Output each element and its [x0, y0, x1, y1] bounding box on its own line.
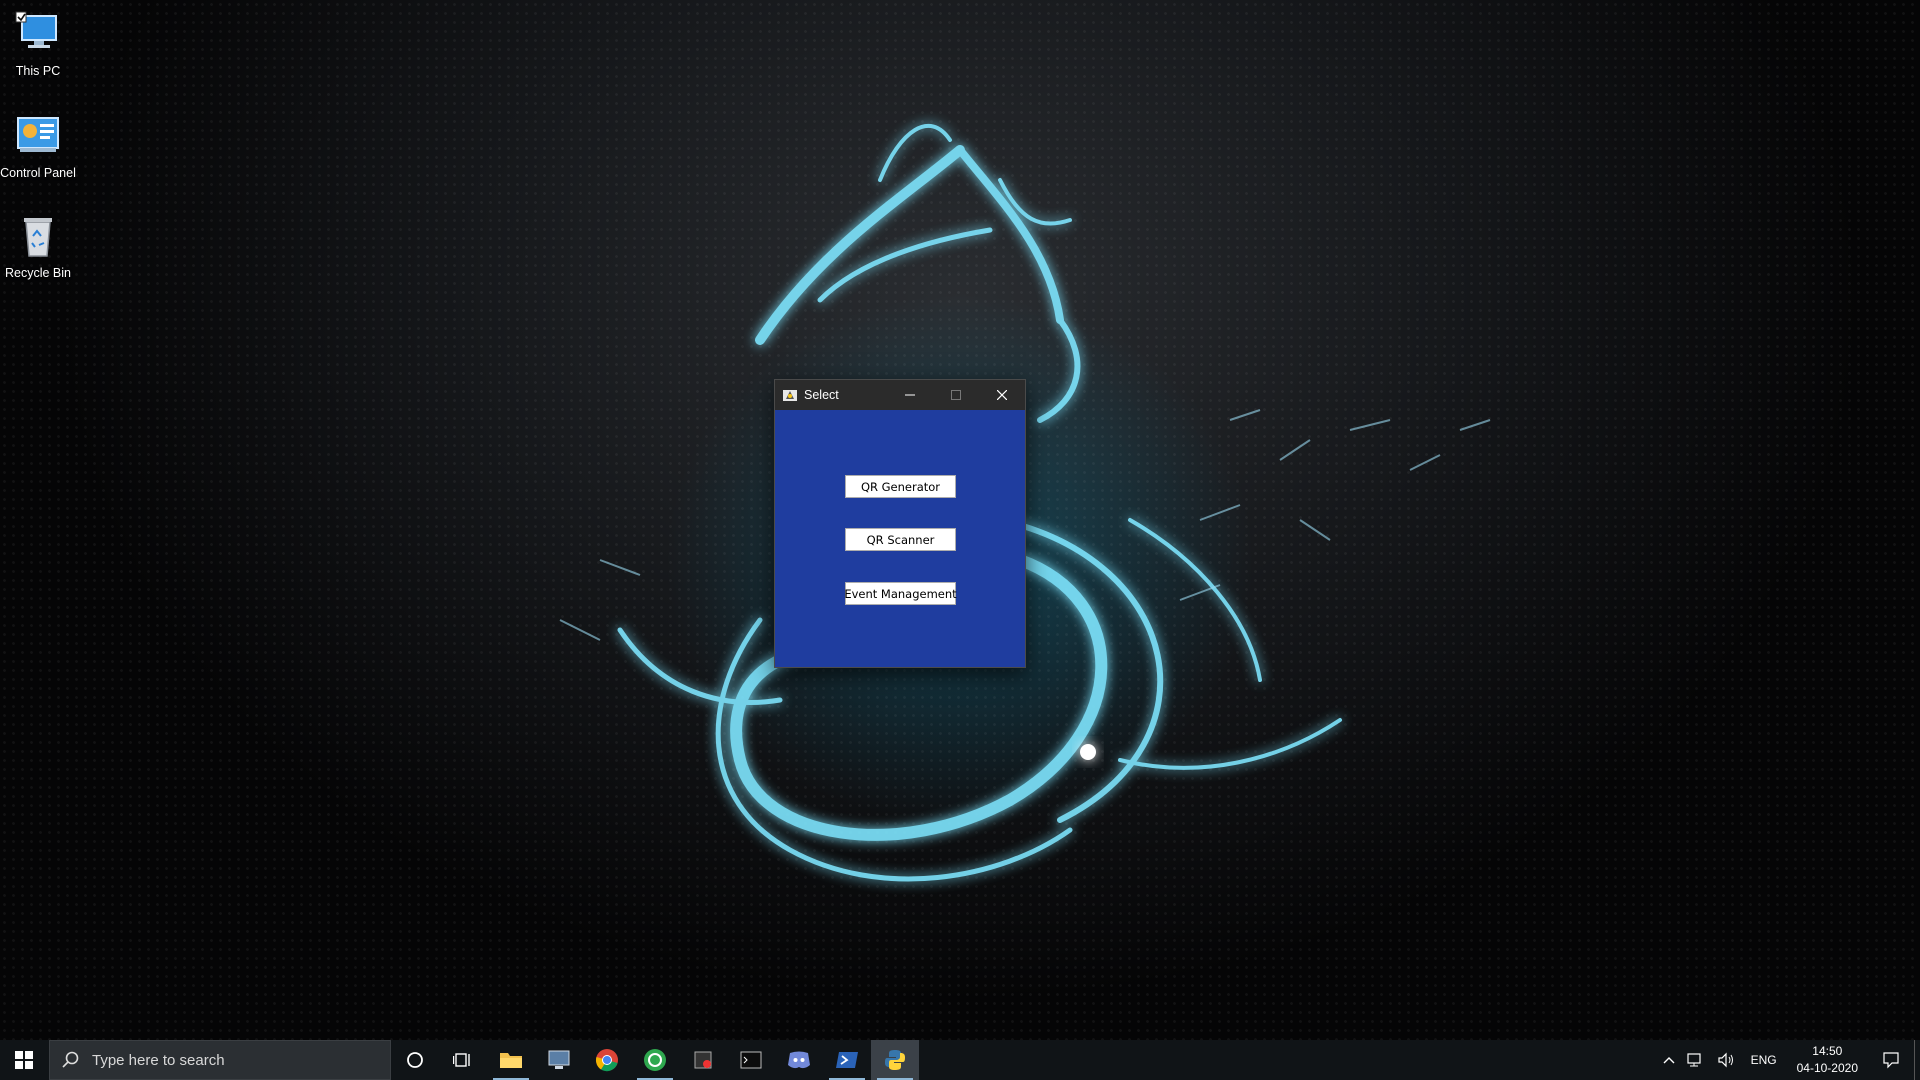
taskbar-terminal[interactable]: [727, 1040, 775, 1080]
desktop-icon-label: Control Panel: [0, 166, 76, 180]
event-management-button[interactable]: Event Management: [844, 582, 957, 605]
notification-icon: [1883, 1052, 1899, 1069]
desktop: This PC Control Panel Recycle Bin Select…: [0, 0, 1920, 1040]
chrome-icon: [595, 1049, 618, 1072]
task-view-button[interactable]: [439, 1040, 487, 1080]
minimize-button[interactable]: [887, 380, 933, 410]
speaker-icon: [1717, 1052, 1733, 1068]
taskbar-python[interactable]: [871, 1040, 919, 1080]
clock-time: 14:50: [1812, 1044, 1843, 1058]
search-icon: [62, 1051, 79, 1068]
qr-generator-button[interactable]: QR Generator: [845, 475, 956, 498]
dialog-title: Select: [804, 388, 839, 402]
select-dialog: Select QR Generator QR Scanner Event Man…: [774, 379, 1026, 668]
taskbar-media-app[interactable]: [679, 1040, 727, 1080]
windows-logo-icon: [15, 1051, 33, 1069]
system-tray: ENG 14:50 04-10-2020: [1657, 1040, 1920, 1080]
taskbar-search-box[interactable]: Type here to search: [49, 1040, 391, 1080]
python-icon: [885, 1050, 905, 1070]
desktop-icon-this-pc[interactable]: This PC: [0, 10, 76, 78]
task-view-icon: [453, 1053, 470, 1067]
taskbar-green-app[interactable]: [631, 1040, 679, 1080]
terminal-icon: [740, 1051, 762, 1069]
file-explorer-icon: [500, 1053, 522, 1068]
remote-desktop-icon: [548, 1050, 570, 1069]
powershell-icon: [836, 1052, 858, 1068]
show-hidden-icons-button[interactable]: [1657, 1040, 1681, 1080]
cortana-icon: [407, 1052, 423, 1068]
discord-icon: [788, 1051, 810, 1069]
qr-scanner-button[interactable]: QR Scanner: [845, 528, 956, 551]
start-button[interactable]: [0, 1040, 48, 1080]
taskbar: Type here to search ENG 14:50 04-10-2020: [0, 1040, 1920, 1080]
show-desktop-button[interactable]: [1914, 1040, 1920, 1080]
taskbar-remote-desktop[interactable]: [535, 1040, 583, 1080]
recycle-bin-icon: [24, 218, 52, 257]
volume-button[interactable]: [1711, 1040, 1741, 1080]
computer-icon: [15, 11, 57, 48]
control-panel-icon: [17, 117, 59, 152]
tk-feather-icon: [783, 390, 797, 401]
dialog-titlebar[interactable]: Select: [775, 380, 1025, 410]
media-app-icon: [694, 1051, 712, 1069]
desktop-icon-recycle-bin[interactable]: Recycle Bin: [0, 212, 76, 280]
desktop-icon-label: Recycle Bin: [5, 266, 71, 280]
taskbar-powershell[interactable]: [823, 1040, 871, 1080]
network-button[interactable]: [1681, 1040, 1711, 1080]
taskbar-file-explorer[interactable]: [487, 1040, 535, 1080]
chevron-up-icon: [1663, 1057, 1675, 1064]
cortana-button[interactable]: [391, 1040, 439, 1080]
network-icon: [1686, 1053, 1701, 1067]
clock-date: 04-10-2020: [1796, 1061, 1858, 1075]
desktop-icon-control-panel[interactable]: Control Panel: [0, 112, 76, 180]
desktop-icon-label: This PC: [15, 64, 61, 78]
taskbar-clock[interactable]: 14:50 04-10-2020: [1787, 1040, 1868, 1080]
search-placeholder: Type here to search: [92, 1051, 225, 1069]
close-button[interactable]: [979, 380, 1025, 410]
taskbar-chrome[interactable]: [583, 1040, 631, 1080]
green-app-icon: [644, 1049, 666, 1071]
maximize-button[interactable]: [933, 380, 979, 410]
maximize-icon: [951, 390, 961, 400]
close-icon: [997, 390, 1007, 400]
action-center-button[interactable]: [1868, 1040, 1914, 1080]
minimize-icon: [905, 394, 915, 396]
taskbar-discord[interactable]: [775, 1040, 823, 1080]
input-language-indicator[interactable]: ENG: [1741, 1040, 1787, 1080]
